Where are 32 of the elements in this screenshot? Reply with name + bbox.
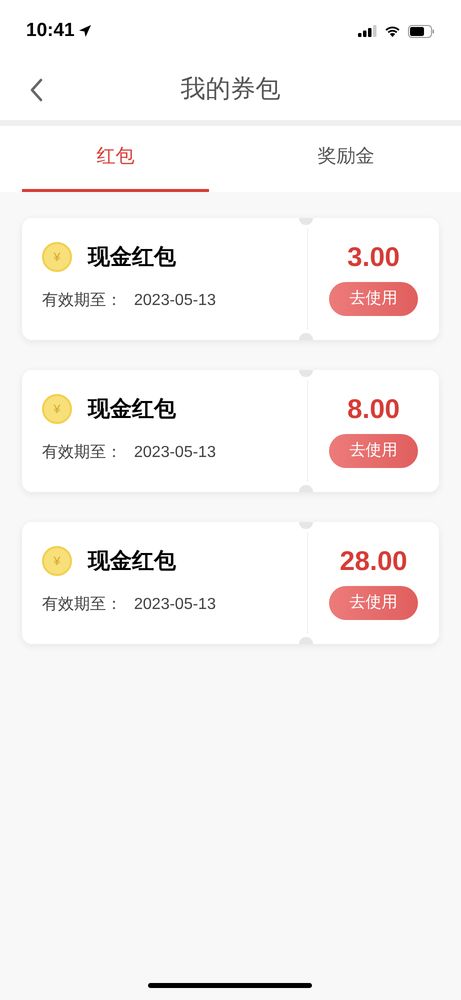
coupon-amount: 8.00 — [347, 393, 400, 426]
coupon-amount: 3.00 — [347, 241, 400, 274]
wifi-icon — [384, 25, 401, 37]
tab[interactable]: 红包 — [22, 126, 208, 192]
coupon-title: 现金红包 — [88, 243, 176, 271]
coin-icon: ¥ — [42, 394, 72, 424]
location-arrow-icon — [78, 24, 92, 38]
coupon-title: 现金红包 — [88, 395, 176, 423]
coupon-amount: 28.00 — [340, 545, 408, 578]
signal-icon — [358, 25, 377, 37]
status-time: 10:41 — [26, 18, 75, 43]
ticket-notch — [299, 218, 313, 225]
coin-icon: ¥ — [42, 242, 72, 272]
page-title: 我的券包 — [180, 74, 280, 106]
expiry-date: 2023-05-13 — [134, 291, 216, 311]
use-button[interactable]: 去使用 — [329, 282, 418, 316]
use-button[interactable]: 去使用 — [329, 434, 418, 468]
coin-icon: ¥ — [42, 546, 72, 576]
ticket-notch — [299, 522, 313, 529]
expiry-label: 有效期至： — [42, 291, 122, 311]
coupon-title: 现金红包 — [88, 547, 176, 575]
ticket-notch — [299, 370, 313, 377]
ticket-notch — [299, 485, 313, 492]
tab[interactable]: 奖励金 — [252, 126, 439, 192]
ticket-notch — [299, 637, 313, 644]
expiry-date: 2023-05-13 — [134, 443, 216, 463]
ticket-notch — [299, 333, 313, 340]
expiry-label: 有效期至： — [42, 443, 122, 463]
expiry-date: 2023-05-13 — [134, 595, 216, 615]
use-button[interactable]: 去使用 — [329, 586, 418, 620]
expiry-label: 有效期至： — [42, 595, 122, 615]
battery-icon — [408, 24, 435, 38]
